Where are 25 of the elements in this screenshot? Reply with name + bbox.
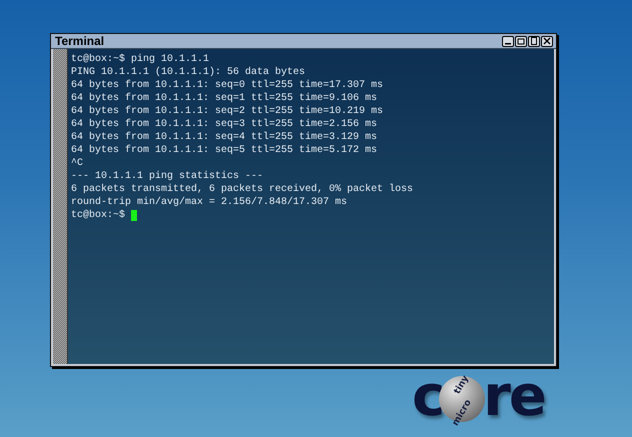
terminal-line: 64 bytes from 10.1.1.1: seq=5 ttl=255 time=5.172 ms bbox=[71, 144, 378, 157]
maximize-button[interactable] bbox=[515, 36, 527, 46]
minimize-button[interactable] bbox=[502, 36, 514, 46]
terminal-line: 6 packets transmitted, 6 packets received, 0% packet loss bbox=[71, 183, 414, 196]
scrollbar[interactable] bbox=[53, 49, 68, 364]
terminal-line: ^C bbox=[71, 157, 84, 170]
close-button[interactable] bbox=[541, 36, 553, 46]
terminal-line: 64 bytes from 10.1.1.1: seq=0 ttl=255 time=17.307 ms bbox=[71, 79, 384, 92]
text-cursor bbox=[131, 210, 138, 221]
terminal-line: tc@box:~$ ping 10.1.1.1 bbox=[71, 53, 210, 66]
terminal-line: --- 10.1.1.1 ping statistics --- bbox=[71, 170, 264, 183]
maximize-icon bbox=[517, 38, 525, 44]
terminal-prompt: tc@box:~$ bbox=[71, 209, 126, 222]
terminal-line: 64 bytes from 10.1.1.1: seq=4 ttl=255 time=3.129 ms bbox=[71, 131, 378, 144]
terminal-line: PING 10.1.1.1 (10.1.1.1): 56 data bytes bbox=[71, 66, 306, 79]
window-title: Terminal bbox=[55, 34, 104, 48]
close-icon bbox=[543, 37, 551, 45]
restore-button[interactable] bbox=[528, 36, 540, 46]
logo-text: c bbox=[412, 372, 444, 422]
restore-icon bbox=[530, 37, 538, 45]
terminal-line: 64 bytes from 10.1.1.1: seq=2 ttl=255 time=10.219 ms bbox=[71, 105, 384, 118]
terminal-line: 64 bytes from 10.1.1.1: seq=3 ttl=255 time=2.156 ms bbox=[71, 118, 378, 131]
logo-text: re bbox=[483, 372, 545, 422]
terminal-line: 64 bytes from 10.1.1.1: seq=1 ttl=255 time=9.106 ms bbox=[71, 92, 378, 105]
terminal-line: round-trip min/avg/max = 2.156/7.848/17.307 ms bbox=[71, 196, 348, 209]
